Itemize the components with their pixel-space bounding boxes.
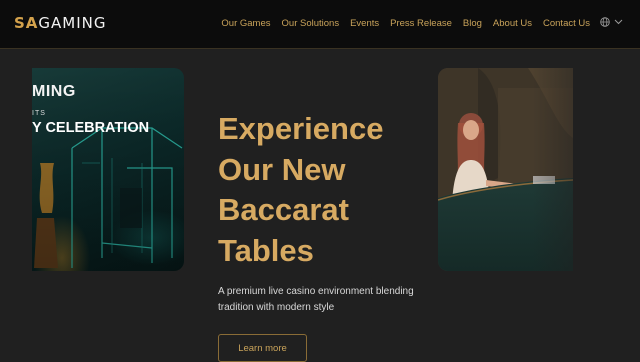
language-selector[interactable] (600, 17, 623, 27)
chevron-down-icon (614, 19, 623, 25)
dealer-scene-graphic (438, 68, 573, 271)
nav-events[interactable]: Events (350, 18, 379, 29)
nav-blog[interactable]: Blog (463, 18, 482, 29)
logo-suffix: GAMING (38, 14, 107, 32)
celebration-promo-card[interactable]: MING ITS Y CELEBRATION (32, 68, 184, 271)
hero-subtitle: A premium live casino environment blendi… (218, 286, 414, 313)
hero-title: Experience Our New Baccarat Tables (218, 109, 418, 271)
baccarat-dealer-image[interactable] (438, 68, 573, 271)
hero-title-line: Tables (218, 232, 314, 268)
nav-our-games[interactable]: Our Games (221, 18, 270, 29)
main-nav: Our Games Our Solutions Events Press Rel… (221, 18, 590, 29)
sa-gaming-logo[interactable]: SAGAMING (14, 14, 107, 32)
hero-title-line: Baccarat (218, 192, 349, 227)
logo-prefix: SA (14, 14, 39, 32)
nav-press-release[interactable]: Press Release (390, 18, 452, 29)
hero-title-line: Our New (218, 151, 346, 187)
hero-title-line: Experience (218, 111, 384, 146)
globe-icon (600, 17, 610, 27)
learn-more-button[interactable]: Learn more (218, 334, 307, 362)
top-navigation-bar: SAGAMING Our Games Our Solutions Events … (0, 0, 640, 49)
nav-about-us[interactable]: About Us (493, 18, 532, 29)
card-line-2: ITS (32, 110, 46, 117)
nav-contact-us[interactable]: Contact Us (543, 18, 590, 29)
card-line-3: Y CELEBRATION (32, 120, 150, 136)
nav-our-solutions[interactable]: Our Solutions (282, 18, 340, 29)
card-line-1: MING (32, 83, 76, 100)
